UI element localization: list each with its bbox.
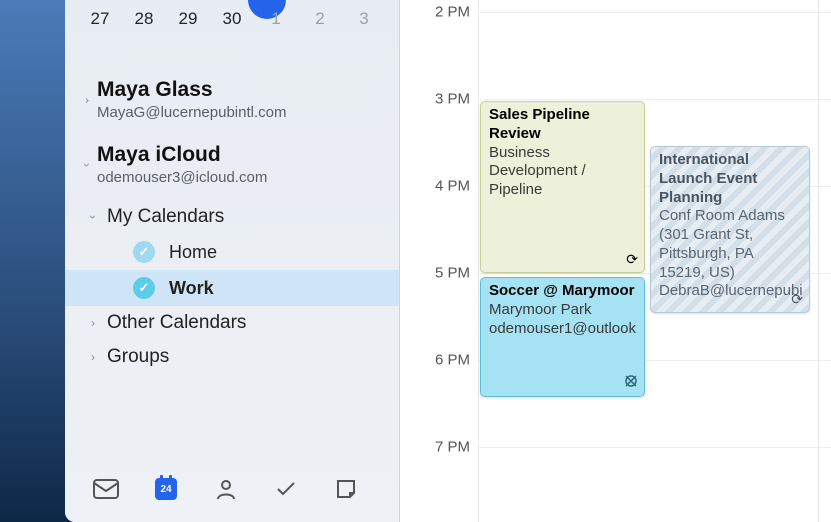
sidebar: 27 28 29 30 1 2 3 › Maya Glass MayaG@luc…: [65, 0, 400, 522]
chevron-right-icon: ›: [85, 350, 101, 364]
recurring-icon: ⟳: [626, 251, 638, 269]
calendar-group-label: Groups: [107, 346, 169, 368]
chevron-down-icon: ›: [80, 157, 94, 173]
account-email: odemouser3@icloud.com: [97, 169, 385, 186]
col-divider: [818, 0, 819, 522]
mini-cal-day[interactable]: 28: [125, 0, 163, 38]
time-label: 3 PM: [435, 91, 470, 108]
calendar-group-groups[interactable]: › Groups: [65, 340, 399, 374]
accounts-list: › Maya Glass MayaG@lucernepubintl.com › …: [65, 46, 399, 460]
chevron-right-icon: ›: [85, 316, 101, 330]
mini-cal-day[interactable]: 29: [169, 0, 207, 38]
calendar-item-home[interactable]: ✓ Home: [65, 234, 399, 270]
calendar-group-my-calendars[interactable]: › My Calendars: [65, 200, 399, 234]
account-info: Maya Glass MayaG@lucernepubintl.com: [95, 78, 385, 121]
mail-icon[interactable]: [91, 474, 121, 504]
event-soccer[interactable]: Soccer @ Marymoor Marymoor Park odemouse…: [480, 277, 645, 397]
account-row[interactable]: › Maya Glass MayaG@lucernepubintl.com: [65, 76, 399, 123]
mini-calendar: 27 28 29 30 1 2 3: [65, 0, 399, 46]
busy-icon: [624, 374, 638, 393]
event-title: Soccer @ Marymoor: [489, 282, 636, 301]
time-label: 5 PM: [435, 265, 470, 282]
people-icon[interactable]: [211, 474, 241, 504]
time-gutter: 2 PM 3 PM 4 PM 5 PM 6 PM 7 PM: [400, 0, 478, 522]
account-row[interactable]: › Maya iCloud odemouser3@icloud.com: [65, 141, 399, 188]
mini-cal-day[interactable]: 27: [81, 0, 119, 38]
calendar-group-label: Other Calendars: [107, 312, 246, 334]
account-block: › Maya iCloud odemouser3@icloud.com › My…: [65, 141, 399, 374]
calendar-group-other[interactable]: › Other Calendars: [65, 306, 399, 340]
calendar-checkbox[interactable]: ✓: [133, 241, 155, 263]
time-label: 7 PM: [435, 439, 470, 456]
time-label: 2 PM: [435, 4, 470, 21]
day-column: Sales Pipeline Review Business Developme…: [478, 0, 831, 522]
notes-icon[interactable]: [331, 474, 361, 504]
calendar-item-work[interactable]: ✓ Work: [65, 270, 399, 306]
mini-cal-day[interactable]: 3: [345, 0, 383, 38]
event-title: International Launch Event Planning: [659, 151, 801, 207]
chevron-right-icon: ›: [79, 93, 95, 107]
event-sales-pipeline[interactable]: Sales Pipeline Review Business Developme…: [480, 101, 645, 273]
col-divider: [478, 0, 479, 522]
event-location: Conf Room Adams (301 Grant St, Pittsburg…: [659, 207, 801, 282]
account-info: Maya iCloud odemouser3@icloud.com: [95, 143, 385, 186]
event-title: Sales Pipeline Review: [489, 106, 636, 144]
event-location: Marymoor Park: [489, 301, 636, 320]
app-window: 27 28 29 30 1 2 3 › Maya Glass MayaG@luc…: [65, 0, 831, 522]
mini-cal-day[interactable]: 1: [257, 0, 295, 38]
event-intl-launch[interactable]: International Launch Event Planning Conf…: [650, 146, 810, 313]
mini-cal-row: 27 28 29 30 1 2 3: [75, 0, 389, 38]
mini-cal-day[interactable]: 30: [213, 0, 251, 38]
tasks-icon[interactable]: [271, 474, 301, 504]
calendar-icon-date: 24: [155, 478, 177, 500]
event-organizer: odemouser1@outlook: [489, 320, 636, 339]
chevron-down-icon: ›: [86, 209, 100, 225]
event-organizer: DebraB@lucernepubi: [659, 282, 801, 301]
calendar-icon[interactable]: 24: [151, 474, 181, 504]
recurring-icon: ⟳: [791, 291, 803, 309]
account-block: › Maya Glass MayaG@lucernepubintl.com: [65, 76, 399, 123]
time-label: 4 PM: [435, 178, 470, 195]
time-label: 6 PM: [435, 352, 470, 369]
account-name: Maya Glass: [97, 78, 385, 102]
calendar-group-label: My Calendars: [107, 206, 224, 228]
calendar-label: Work: [169, 278, 214, 299]
calendar-label: Home: [169, 242, 217, 263]
account-name: Maya iCloud: [97, 143, 385, 167]
mini-cal-day[interactable]: 2: [301, 0, 339, 38]
calendar-day-view[interactable]: 2 PM 3 PM 4 PM 5 PM 6 PM 7 PM Sales Pipe…: [400, 0, 831, 522]
account-email: MayaG@lucernepubintl.com: [97, 104, 385, 121]
module-switcher: 24: [65, 460, 399, 522]
calendar-checkbox[interactable]: ✓: [133, 277, 155, 299]
event-subtitle: Business Development / Pipeline: [489, 144, 636, 200]
